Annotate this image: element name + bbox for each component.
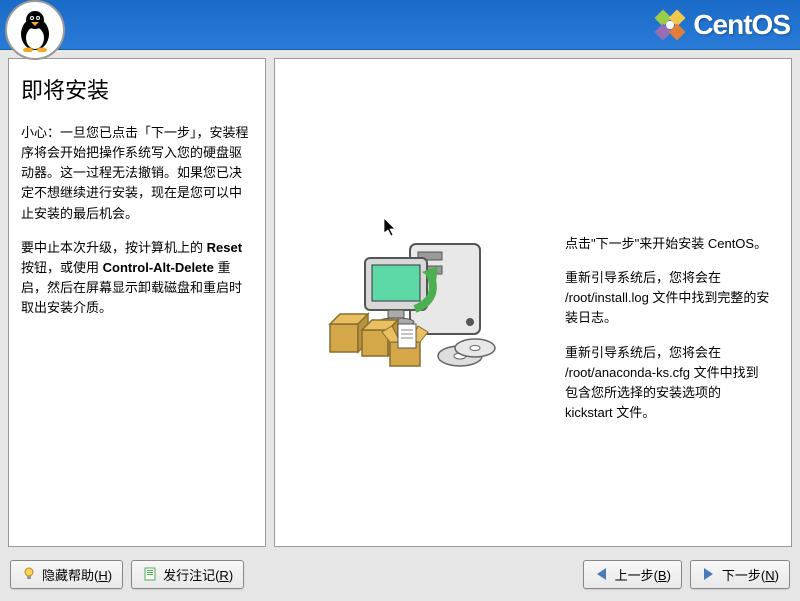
info-line-3: 重新引导系统后，您将会在 /root/anaconda-ks.cfg 文件中找到… — [565, 343, 771, 424]
info-line-2: 重新引导系统后，您将会在 /root/install.log 文件中找到完整的安… — [565, 268, 771, 328]
footer-toolbar: 隐藏帮助(H) 发行注记(R) 上一步(B) 下一步(N) — [0, 555, 800, 593]
info-line-1: 点击"下一步"来开始安装 CentOS。 — [565, 234, 771, 254]
installer-header: CentOS — [0, 0, 800, 50]
next-button[interactable]: 下一步(N) — [690, 560, 790, 589]
release-notes-button[interactable]: 发行注记(R) — [131, 560, 244, 589]
triangle-right-icon — [701, 566, 717, 582]
triangle-left-icon — [594, 566, 610, 582]
help-sidebar: 即将安装 小心：一旦您已点击「下一步」，安装程序将会开始把操作系统写入您的硬盘驱… — [8, 58, 266, 547]
centos-logo: CentOS — [653, 8, 790, 42]
help-paragraph-2: 要中止本次升级，按计算机上的 Reset 按钮，或使用 Control-Alt-… — [21, 238, 253, 319]
penguin-icon — [15, 8, 55, 52]
back-button[interactable]: 上一步(B) — [583, 560, 682, 589]
hide-help-button[interactable]: 隐藏帮助(H) — [10, 560, 123, 589]
mouse-cursor-icon — [384, 218, 398, 238]
notes-icon — [142, 566, 158, 582]
help-paragraph-1: 小心：一旦您已点击「下一步」，安装程序将会开始把操作系统写入您的硬盘驱动器。这一… — [21, 123, 253, 224]
main-area: 即将安装 小心：一旦您已点击「下一步」，安装程序将会开始把操作系统写入您的硬盘驱… — [0, 50, 800, 555]
install-illustration-icon — [320, 214, 500, 374]
bulb-icon — [21, 566, 37, 582]
penguin-badge — [5, 0, 65, 60]
help-title: 即将安装 — [21, 73, 253, 105]
brand-text: CentOS — [693, 9, 790, 41]
centos-emblem-icon — [653, 8, 687, 42]
content-panel: 点击"下一步"来开始安装 CentOS。 重新引导系统后，您将会在 /root/… — [274, 58, 792, 547]
install-info: 点击"下一步"来开始安装 CentOS。 重新引导系统后，您将会在 /root/… — [565, 234, 771, 437]
